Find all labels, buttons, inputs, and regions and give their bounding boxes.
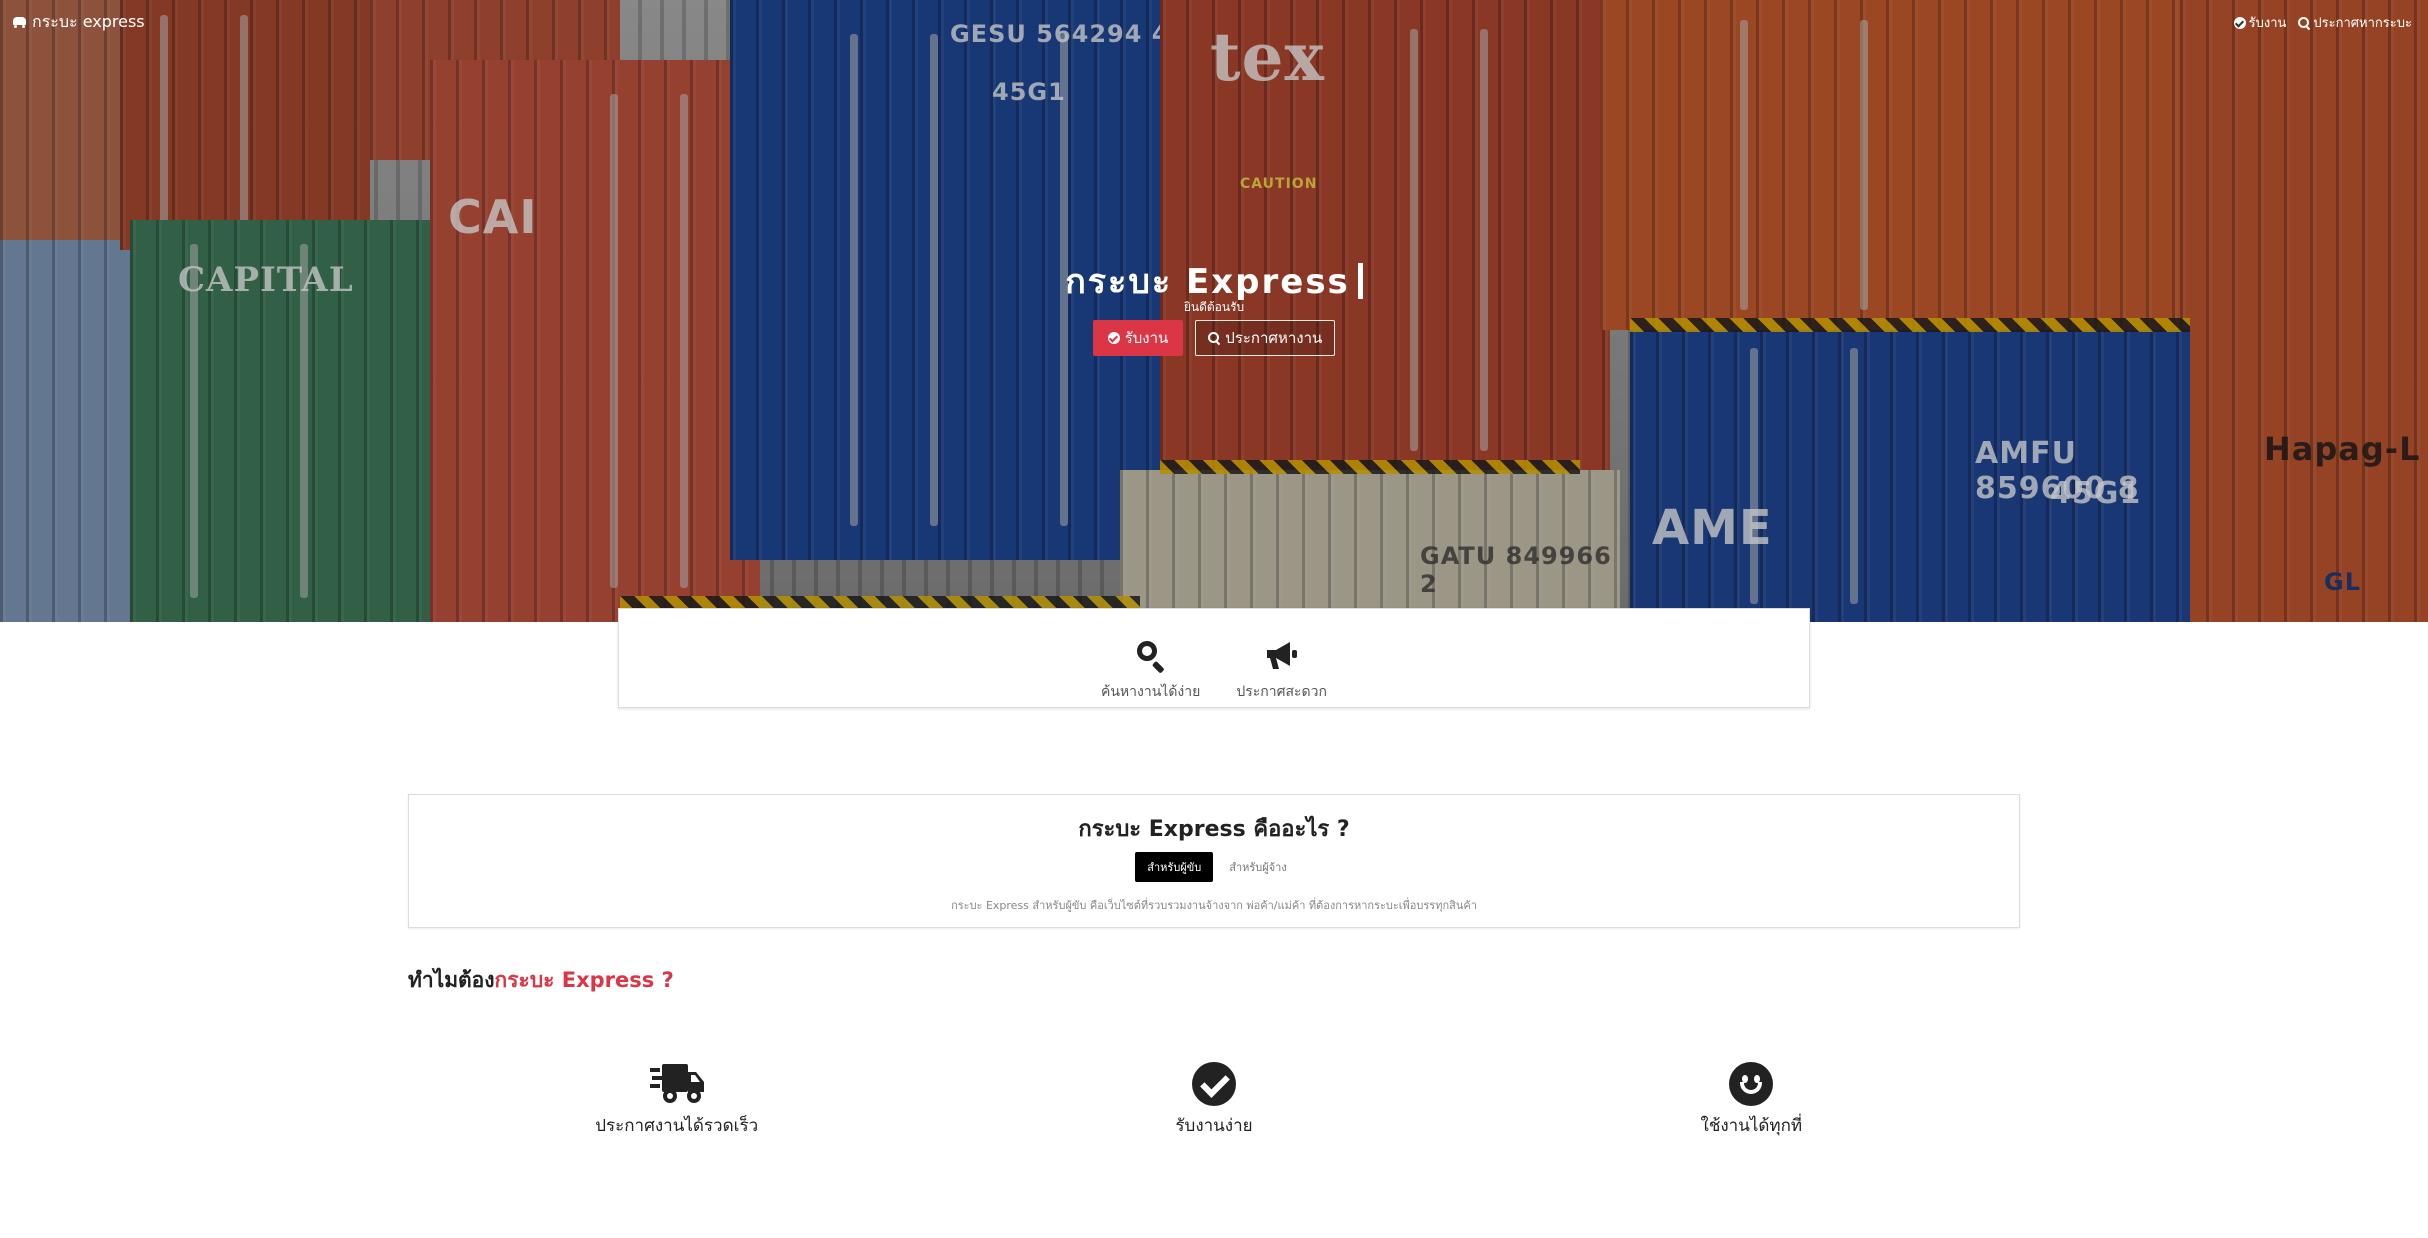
why-item-use-anywhere-label: ใช้งานได้ทุกที่	[1700, 1116, 1803, 1136]
nav-accept-job-link[interactable]: รับงาน	[2233, 12, 2287, 33]
feature-card: ค้นหางานได้ง่าย ประกาศสะดวก	[618, 608, 1810, 708]
brand-name: กระบะ express	[32, 12, 145, 31]
megaphone-icon	[1266, 642, 1297, 669]
why-item-fast-post-label: ประกาศงานได้รวดเร็ว	[595, 1116, 759, 1136]
post-job-button[interactable]: ประกาศหางาน	[1195, 320, 1336, 356]
post-job-button-label: ประกาศหางาน	[1225, 329, 1323, 347]
nav-links: รับงาน ประกาศหากระบะ	[2233, 12, 2412, 33]
hero-banner: CAPITAL CAI GESU 564294 4 45G1 tex CAUTI…	[0, 0, 2428, 622]
smile-icon	[1729, 1062, 1774, 1106]
hero-title-text: กระบะ Express	[1065, 262, 1350, 302]
why-item-fast-post: ประกาศงานได้รวดเร็ว	[408, 1062, 945, 1139]
hero-buttons: รับงาน ประกาศหางาน	[0, 320, 2428, 356]
why-items: ประกาศงานได้รวดเร็ว รับงานง่าย ใช้งานได้…	[408, 1062, 2020, 1139]
search-icon	[2298, 16, 2310, 29]
nav-post-request-link[interactable]: ประกาศหากระบะ	[2298, 12, 2412, 33]
what-is-title: กระบะ Express คืออะไร ?	[1078, 817, 1350, 842]
nav-accept-job-label: รับงาน	[2248, 16, 2287, 31]
check-circle-icon	[2233, 16, 2246, 29]
why-item-easy-accept: รับงานง่าย	[945, 1062, 1482, 1139]
accept-job-button[interactable]: รับงาน	[1092, 320, 1184, 356]
feature-easy-search[interactable]: ค้นหางานได้ง่าย	[1101, 639, 1200, 707]
why-title-highlight: กระบะ Express ?	[494, 968, 674, 992]
tab-for-employers[interactable]: สำหรับผู้จ้าง	[1223, 858, 1292, 876]
tab-for-drivers[interactable]: สำหรับผู้ขับ	[1135, 852, 1214, 882]
feature-convenient-post-label: ประกาศสะดวก	[1236, 684, 1327, 700]
truck-fast-icon	[649, 1064, 704, 1103]
accept-job-button-label: รับงาน	[1124, 329, 1169, 347]
brand-link[interactable]: กระบะ express	[12, 10, 145, 35]
why-item-easy-accept-label: รับงานง่าย	[1175, 1116, 1253, 1136]
search-icon	[1134, 639, 1168, 673]
what-is-section: กระบะ Express คืออะไร ? สำหรับผู้ขับ สำห…	[408, 794, 2020, 928]
check-circle-icon	[1191, 1062, 1236, 1106]
typing-cursor	[1357, 263, 1363, 299]
feature-easy-search-label: ค้นหางานได้ง่าย	[1101, 684, 1201, 700]
check-circle-icon	[1107, 332, 1120, 344]
audience-tabs: สำหรับผู้ขับ สำหรับผู้จ้าง	[409, 852, 2019, 882]
car-icon	[12, 16, 27, 29]
why-item-use-anywhere: ใช้งานได้ทุกที่	[1483, 1062, 2020, 1139]
navbar: กระบะ express รับงาน ประกาศหากระบะ	[0, 0, 2428, 42]
feature-convenient-post[interactable]: ประกาศสะดวก	[1236, 639, 1327, 707]
what-is-description: กระบะ Express สำหรับผู้ขับ คือเว็บไซต์ที…	[951, 899, 1477, 912]
why-title-prefix: ทำไมต้อง	[408, 968, 495, 992]
search-icon	[1208, 332, 1220, 344]
nav-post-request-label: ประกาศหากระบะ	[2313, 16, 2412, 31]
hero-subtitle: ยินดีต้อนรับ	[1183, 300, 1245, 314]
why-title: ทำไมต้องกระบะ Express ?	[408, 964, 674, 997]
